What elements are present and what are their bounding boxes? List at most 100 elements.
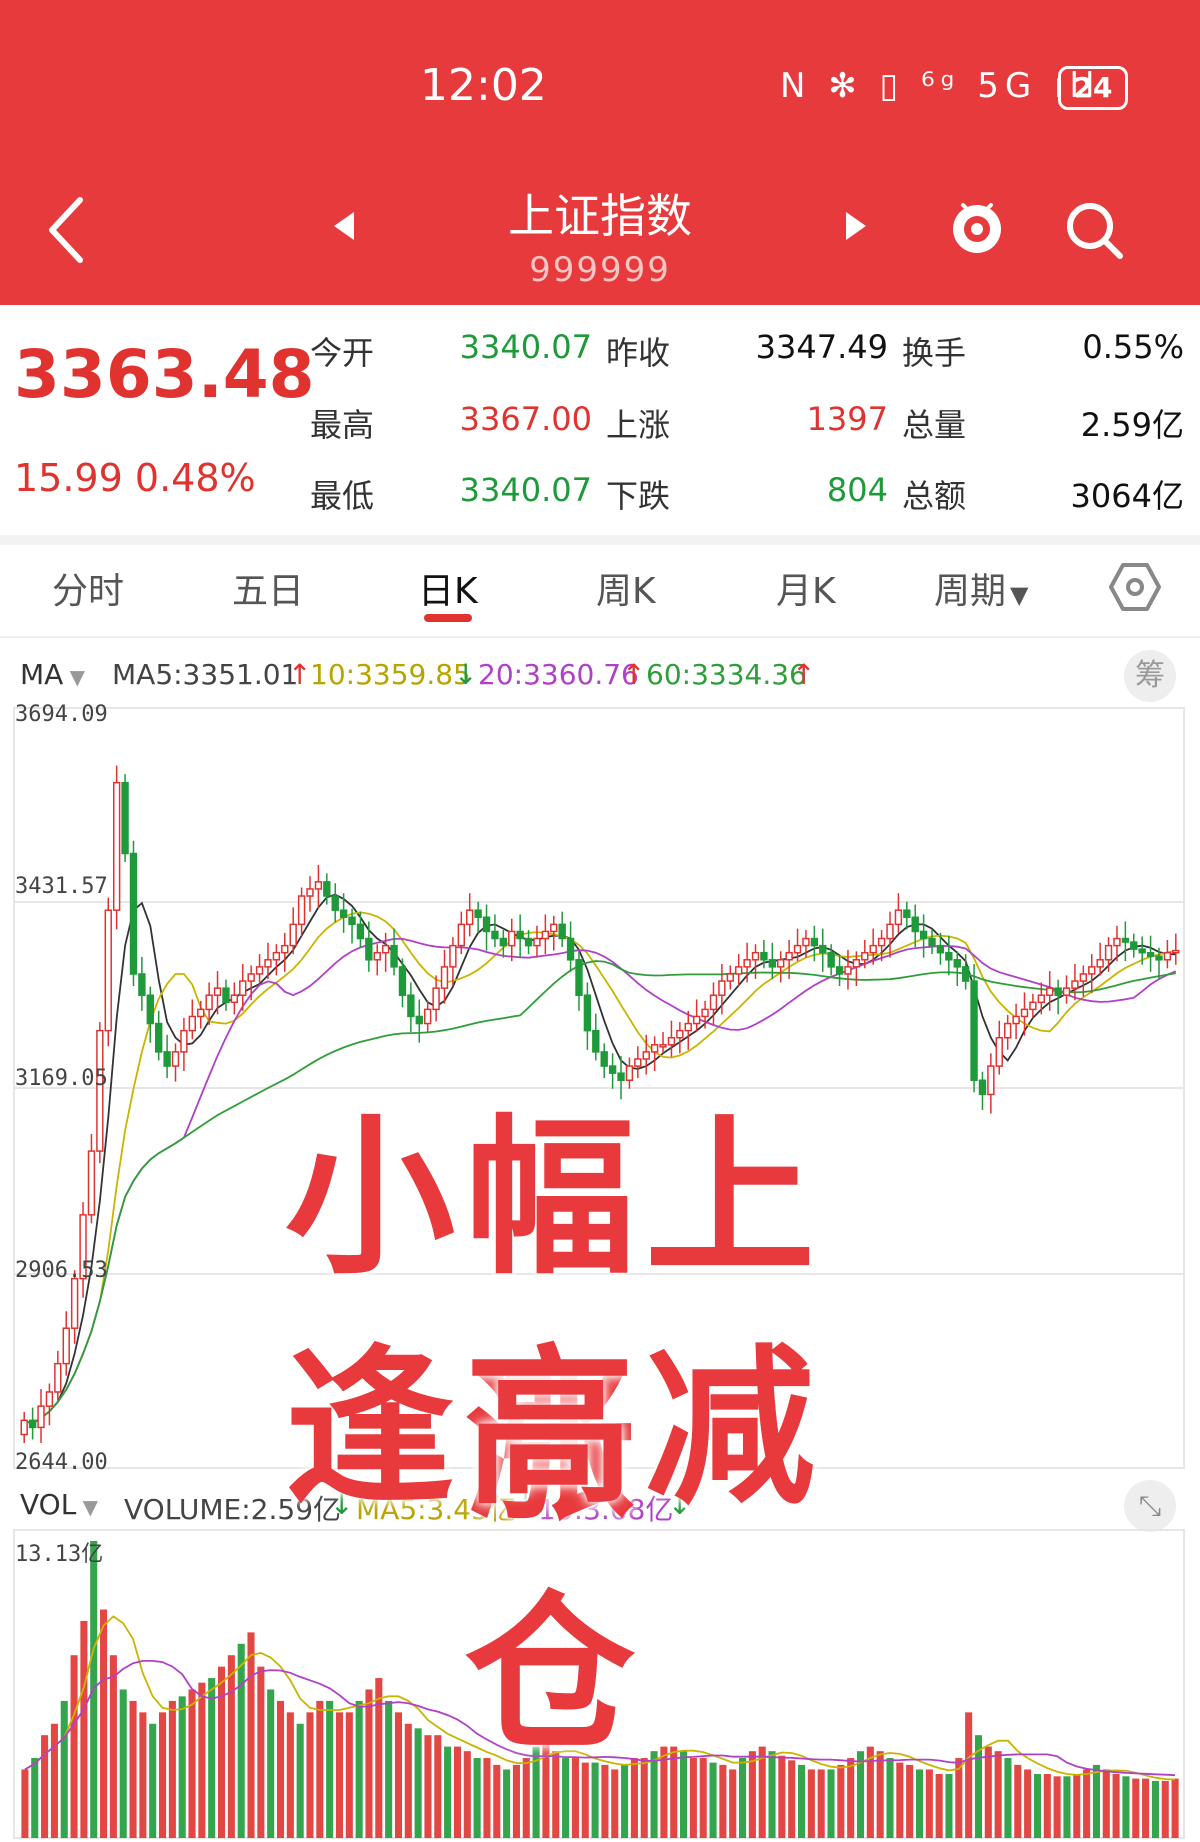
candle-body [743, 959, 751, 968]
candle-body [121, 781, 129, 855]
candle-body [827, 951, 835, 968]
candle-body [869, 944, 877, 954]
label-amount: 总额 [902, 477, 967, 515]
y-tick-label: 3431.57 [15, 874, 108, 899]
candle-body [20, 1419, 28, 1436]
candle-body [1046, 987, 1054, 996]
candle-body [1037, 994, 1045, 1004]
volume-bar [935, 1774, 943, 1838]
candle-body [306, 888, 314, 897]
candle-body [760, 951, 768, 961]
value-open: 3340.07 [459, 328, 592, 366]
candle-body [171, 1051, 180, 1067]
volume-bar [1073, 1774, 1081, 1838]
candle-body [54, 1362, 62, 1393]
chevron-down-icon: ▼ [1010, 581, 1029, 609]
volume-bar [21, 1769, 29, 1838]
label-high: 最高 [310, 406, 375, 444]
candle-body [970, 980, 978, 1081]
candle-body [415, 1015, 423, 1025]
y-tick-label: 13.13亿 [15, 1542, 104, 1567]
candle-body [331, 895, 339, 911]
volume-bar [1043, 1774, 1051, 1838]
overlay-caption-line2: 逢高减仓 [284, 1330, 825, 1774]
candle-body [844, 966, 852, 975]
candle-body [323, 881, 331, 897]
candle-body [701, 1008, 709, 1018]
candle-body [1088, 966, 1096, 975]
tab-intraday[interactable]: 分时 [52, 562, 124, 614]
candle-body [1130, 941, 1138, 950]
candle-body [197, 1008, 205, 1018]
candle-body [272, 951, 281, 961]
volume-bar [1171, 1778, 1179, 1838]
candle-body [583, 994, 592, 1032]
candle-body [928, 937, 936, 947]
value-amount: 3064亿 [1070, 477, 1184, 515]
candle-body [802, 937, 810, 947]
volume-bar [906, 1764, 914, 1838]
prev-index-arrow-icon[interactable] [334, 212, 354, 240]
candle-body [339, 909, 348, 919]
candle-body [381, 944, 390, 954]
candle-body [1155, 955, 1163, 961]
candle-body [1054, 987, 1062, 996]
candle-body [70, 1277, 79, 1329]
volume-bar [965, 1712, 973, 1838]
volume-bar [178, 1696, 186, 1838]
candle-body [163, 1051, 171, 1067]
candle-body [558, 923, 566, 940]
volume-bar [70, 1655, 78, 1838]
volume-bar [1132, 1778, 1140, 1838]
candle-body [213, 987, 222, 996]
candle-body [188, 1015, 197, 1032]
tab-monthly-k[interactable]: 月K [776, 562, 836, 614]
volume-bar [60, 1700, 68, 1838]
y-tick-label: 3694.09 [15, 702, 108, 727]
candle-body [751, 951, 760, 961]
candle-body [777, 959, 785, 968]
value-prev-close: 3347.49 [755, 328, 888, 366]
candle-body [953, 959, 961, 968]
next-index-arrow-icon[interactable] [846, 212, 866, 240]
y-tick-label: 3169.05 [15, 1066, 108, 1091]
candle-body [650, 1044, 659, 1053]
volume-bar [80, 1620, 88, 1838]
tab-weekly-k[interactable]: 周K [596, 562, 656, 614]
assistant-robot-icon[interactable] [945, 195, 1009, 259]
candle-body [365, 937, 373, 961]
candle-body [667, 1036, 676, 1046]
candle-body [1113, 937, 1121, 947]
volume-bar [994, 1751, 1002, 1838]
candle-body [239, 980, 247, 996]
candle-body [1079, 973, 1088, 982]
volume-bar [1122, 1776, 1130, 1838]
candle-body [62, 1327, 70, 1365]
candle-body [524, 937, 533, 947]
search-icon[interactable] [1062, 198, 1126, 262]
candle-body [852, 959, 861, 968]
tab-period[interactable]: 周期 ▼ [934, 562, 1028, 614]
candle-body [936, 944, 945, 954]
index-code: 999999 [529, 250, 671, 290]
candle-body [1104, 944, 1113, 961]
candle-body [919, 930, 928, 940]
candle-body [709, 994, 718, 1011]
candle-body [541, 930, 550, 940]
settings-hexagon-icon[interactable] [1108, 560, 1162, 614]
candle-body [978, 1079, 987, 1096]
label-low: 最低 [310, 477, 375, 515]
value-decliners: 804 [826, 471, 888, 509]
status-time: 12:02 [420, 60, 547, 111]
y-tick-label: 2644.00 [15, 1450, 108, 1475]
tab-period-label: 周期 [934, 571, 1007, 612]
candle-body [592, 1029, 600, 1053]
volume-bar [915, 1769, 924, 1838]
candle-body [138, 973, 146, 996]
tab-five-day[interactable]: 五日 [232, 562, 304, 614]
candle-body [995, 1036, 1003, 1067]
tab-daily-k[interactable]: 日K [418, 562, 478, 614]
back-arrow-icon[interactable] [40, 190, 100, 270]
candle-body [945, 951, 953, 961]
candle-body [550, 923, 558, 933]
